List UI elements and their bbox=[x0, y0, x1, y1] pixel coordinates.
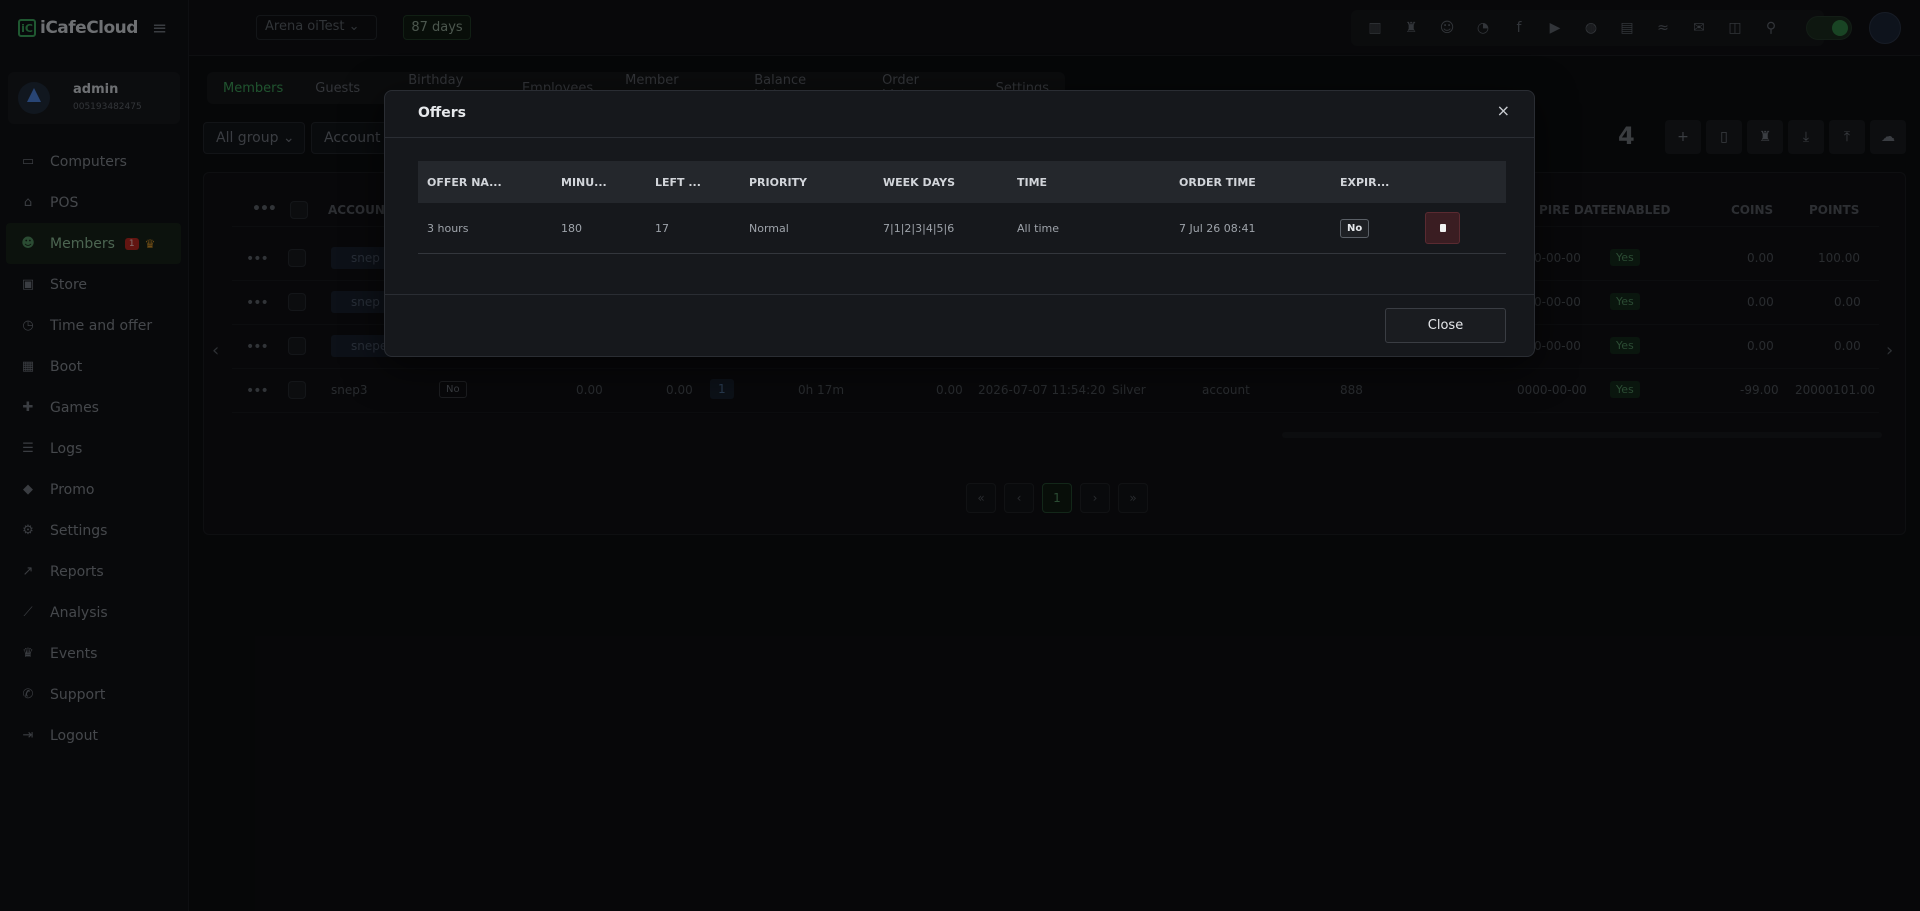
order-time-cell: 7 Jul 26 08:41 bbox=[1179, 221, 1256, 235]
column-week-days[interactable]: WEEK DAYS bbox=[874, 176, 1008, 189]
offers-modal: Offers × OFFER NA... MINU... LEFT ... PR… bbox=[384, 90, 1535, 357]
column-expired[interactable]: EXPIR... bbox=[1331, 176, 1425, 189]
expired-cell: No bbox=[1331, 218, 1425, 238]
offers-table: OFFER NA... MINU... LEFT ... PRIORITY WE… bbox=[418, 161, 1506, 254]
close-icon[interactable]: × bbox=[1497, 101, 1510, 120]
time-cell: All time bbox=[1017, 221, 1059, 235]
modal-footer: Close bbox=[385, 294, 1534, 357]
offer-name-cell: 3 hours bbox=[427, 221, 469, 235]
column-left[interactable]: LEFT ... bbox=[646, 176, 740, 189]
close-button[interactable]: Close bbox=[1385, 308, 1506, 343]
modal-header: Offers × bbox=[385, 91, 1534, 138]
trash-icon bbox=[1439, 224, 1446, 232]
column-offer-name[interactable]: OFFER NA... bbox=[418, 176, 552, 189]
column-time[interactable]: TIME bbox=[1008, 176, 1170, 189]
column-order-time[interactable]: ORDER TIME bbox=[1170, 176, 1331, 189]
minutes-cell: 180 bbox=[561, 221, 582, 235]
column-priority[interactable]: PRIORITY bbox=[740, 176, 874, 189]
offers-table-header: OFFER NA... MINU... LEFT ... PRIORITY WE… bbox=[418, 161, 1506, 203]
table-row: 3 hours 180 17 Normal 7|1|2|3|4|5|6 All … bbox=[418, 203, 1506, 254]
expired-badge: No bbox=[1340, 218, 1370, 238]
priority-cell: Normal bbox=[749, 221, 789, 235]
actions-cell bbox=[1425, 212, 1505, 244]
column-minutes[interactable]: MINU... bbox=[552, 176, 646, 189]
delete-offer-button[interactable] bbox=[1425, 212, 1460, 244]
week-days-cell: 7|1|2|3|4|5|6 bbox=[883, 221, 955, 235]
modal-title: Offers bbox=[418, 105, 466, 121]
left-cell: 17 bbox=[655, 221, 669, 235]
